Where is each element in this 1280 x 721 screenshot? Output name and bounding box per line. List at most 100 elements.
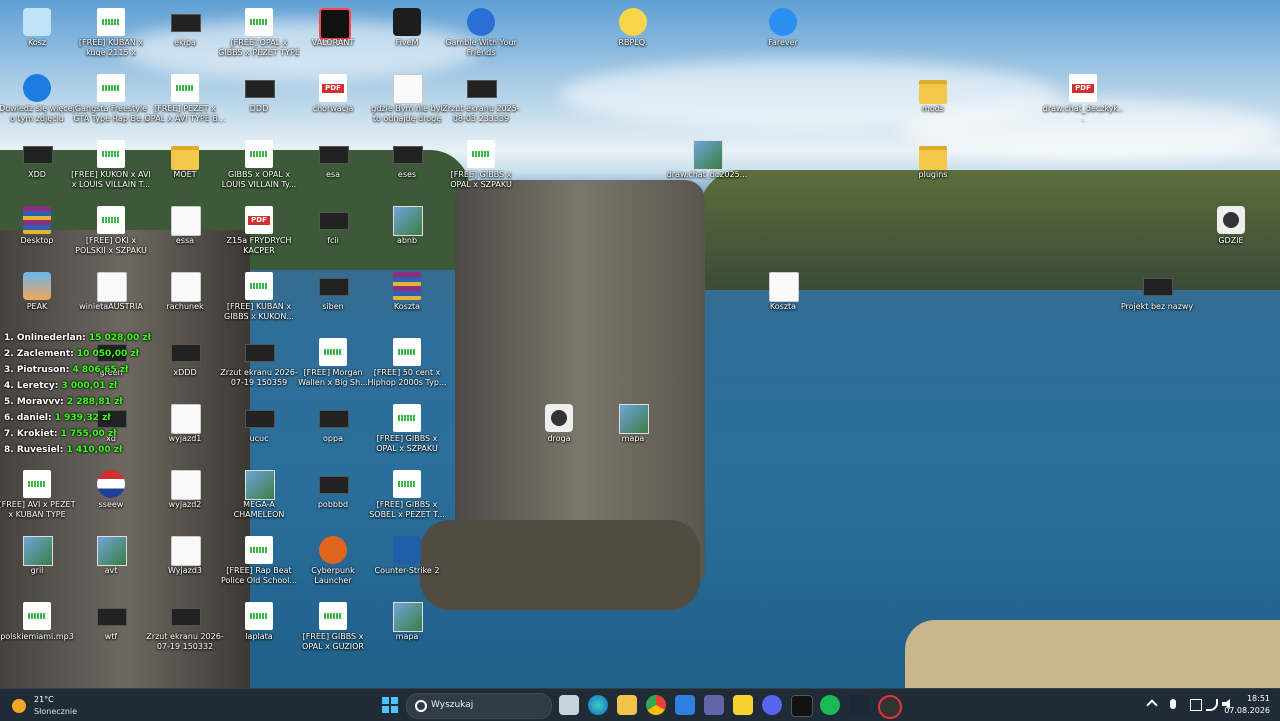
app-icon[interactable] — [878, 695, 902, 719]
desktop-icon[interactable]: [FREE] GIBBS x OPAL x SZPAKU Type B... — [370, 400, 444, 464]
desktop-icon[interactable]: Cyberpunk Launcher — [296, 532, 370, 596]
desktop-icon[interactable]: Z15a FRYDRYCH KACPER — [222, 202, 296, 266]
desktop-icon[interactable]: Zrzut ekranu 2026-07-19 150332 — [146, 598, 224, 662]
desktop-icon[interactable]: [FREE] KUKON x AVI x LOUIS VILLAIN T... — [71, 136, 151, 200]
microphone-icon[interactable] — [1170, 699, 1176, 709]
dark-icon — [97, 608, 127, 626]
desktop-icon[interactable]: [FREE] PEZET x OPAL x AVI TYPE B... — [144, 70, 226, 134]
desktop-icon[interactable]: RBPLQ. — [596, 4, 670, 68]
chevron-up-icon[interactable] — [1146, 699, 1158, 711]
desktop-icon[interactable]: VALORANT — [296, 4, 370, 68]
desktop-icon[interactable]: eses — [370, 136, 444, 200]
img-icon — [393, 206, 423, 236]
desktop-icon[interactable]: Dowiedz się więcej o tym zdjęciu — [0, 70, 75, 134]
desktop-icon[interactable]: Counter-Strike 2 — [370, 532, 444, 596]
desktop-icon[interactable]: DDD — [222, 70, 296, 134]
desktop-icon[interactable]: droga — [522, 400, 596, 464]
desktop-icon[interactable]: wyjazd1 — [148, 400, 222, 464]
desktop-icon[interactable]: chorwacja — [296, 70, 370, 134]
desktop-icon[interactable]: PEAK — [0, 268, 74, 332]
desktop-icon[interactable]: mapa — [370, 598, 444, 662]
desktop-icon[interactable]: [FREE] OPAL x GIBBS x PEZET TYPE BEA... — [218, 4, 300, 68]
desktop-icon[interactable]: avt — [74, 532, 148, 596]
desktop-icon[interactable]: ucuc — [222, 400, 296, 464]
desktop-icon[interactable]: sseew — [74, 466, 148, 530]
leaderboard-amount: 2 288,81 zł — [66, 397, 123, 407]
desktop-icon[interactable]: winietaAUSTRIA — [74, 268, 148, 332]
teams-icon[interactable] — [704, 695, 724, 715]
task-view-icon[interactable] — [559, 695, 579, 715]
desktop-icon[interactable]: MEGA-A CHAMELEON — [222, 466, 296, 530]
audio-icon — [23, 602, 51, 630]
desktop-icon[interactable]: draw.chat_deczkyk... — [1043, 70, 1123, 134]
desktop-icon[interactable]: laplata — [222, 598, 296, 662]
start-button[interactable] — [380, 695, 400, 715]
monitor-icon[interactable] — [1190, 699, 1202, 711]
desktop-icon[interactable]: Koszta — [370, 268, 444, 332]
desktop-icon[interactable]: abnb — [370, 202, 444, 266]
desktop-icon[interactable]: [FREE] GIBBS x OPAL x SZPAKU Type Be... — [444, 136, 518, 200]
desktop-icon[interactable]: gril — [0, 532, 74, 596]
desktop-icon[interactable]: [FREE] Rap Beat Police Old School... — [221, 532, 297, 596]
desktop-icon[interactable]: Zrzut ekranu 2025-08-03 233339 — [442, 70, 520, 134]
wifi-icon[interactable] — [1206, 699, 1218, 711]
rar-icon — [23, 206, 51, 234]
desktop-icon[interactable]: XDD — [0, 136, 74, 200]
desktop-icon[interactable]: fcii — [296, 202, 370, 266]
discord-icon[interactable] — [762, 695, 782, 715]
desktop-icon[interactable]: plugins — [896, 136, 970, 200]
rar-icon — [393, 272, 421, 300]
chrome-icon[interactable] — [646, 695, 666, 715]
desktop-icon[interactable]: Projekt bez nazwy — [1120, 268, 1194, 332]
mail-icon[interactable] — [675, 695, 695, 715]
desktop-icon[interactable]: wtf — [74, 598, 148, 662]
desktop-icon[interactable]: GDZIE — [1194, 202, 1268, 266]
desktop-icon[interactable]: Gangsta Freestyle GTA Type Rap Be... — [73, 70, 149, 134]
desktop-icon[interactable]: Farever — [746, 4, 820, 68]
desktop-icon[interactable]: [FREE] OKI x POLSKII x SZPAKU TYPE BE... — [74, 202, 148, 266]
desktop-icon-label: eses — [397, 170, 417, 179]
desktop-icon[interactable]: FiveM — [370, 4, 444, 68]
desktop-icon[interactable]: Wyjazd3 — [148, 532, 222, 596]
terminal-icon[interactable] — [791, 695, 813, 717]
edge-icon[interactable] — [588, 695, 608, 715]
weather-condition: Słonecznie — [34, 707, 78, 716]
desktop-icon[interactable]: MOET — [148, 136, 222, 200]
desktop-icon[interactable]: Zrzut ekranu 2026-07-19 150359 — [220, 334, 298, 398]
desktop-icon[interactable]: [FREE] GIBBS x SOBEL x PEZET T... — [369, 466, 445, 530]
desktop-icon[interactable]: essa — [148, 202, 222, 266]
desktop-icon[interactable]: GIBBS x OPAL x LOUIS VILLAIN Ty... — [222, 136, 296, 200]
desktop-icon[interactable]: wyjazd2 — [148, 466, 222, 530]
desktop-icon[interactable]: [FREE] AVI x PEZET x KUBAN TYPE BEA... — [0, 466, 75, 530]
desktop-icon[interactable]: ekipa — [148, 4, 222, 68]
desktop-icon[interactable]: Koszta — [746, 268, 820, 332]
desktop-icon[interactable]: [FREE] KUBAN x kuqe 2115 x SOBEL... — [74, 4, 148, 68]
desktop-icon[interactable]: Kosz — [0, 4, 74, 68]
desktop-icon[interactable]: esa — [296, 136, 370, 200]
clock[interactable]: 18:51 07.08.2026 — [1220, 693, 1270, 717]
desktop-icon[interactable]: Gamble With Your Friends — [444, 4, 518, 68]
desktop[interactable]: Kosz [FREE] KUBAN x kuqe 2115 x SOBEL... e… — [0, 0, 1280, 688]
desktop-icon[interactable]: [FREE] 50 cent x Hiphop 2000s Typ... — [367, 334, 447, 398]
desktop-icon[interactable]: [FREE] KUBAN x GIBBS x KUKON... — [222, 268, 296, 332]
desktop-icon[interactable]: mods — [896, 70, 970, 134]
desktop-icon[interactable]: pobbbd — [296, 466, 370, 530]
desktop-icon[interactable]: [FREE] Morgan Wallen x Big Sh... — [296, 334, 370, 398]
desktop-icon[interactable]: Desktop — [0, 202, 74, 266]
search-box[interactable]: Wyszukaj — [406, 693, 552, 719]
desktop-icon[interactable]: xDDD — [148, 334, 222, 398]
file-explorer-icon[interactable] — [617, 695, 637, 715]
audio-icon — [245, 140, 273, 168]
desktop-icon[interactable]: [FREE] GIBBS x OPAL x GUZIOR Type be... — [296, 598, 370, 662]
desktop-icon[interactable]: gdzie Bym nie był to odnajdę drogę — [370, 70, 444, 134]
desktop-icon[interactable]: oppa — [296, 400, 370, 464]
weather-widget[interactable]: 21°C Słonecznie — [12, 693, 132, 719]
desktop-icon[interactable]: draw.chat_dc2025... — [667, 136, 747, 200]
desktop-icon[interactable]: polskiemiami.mp3 — [0, 598, 74, 662]
desktop-icon[interactable]: rachunek — [148, 268, 222, 332]
desktop-icon[interactable]: mapa — [596, 400, 670, 464]
steam-icon[interactable] — [849, 695, 869, 715]
desktop-icon[interactable]: siben — [296, 268, 370, 332]
spotify-icon[interactable] — [820, 695, 840, 715]
sticky-notes-icon[interactable] — [733, 695, 753, 715]
